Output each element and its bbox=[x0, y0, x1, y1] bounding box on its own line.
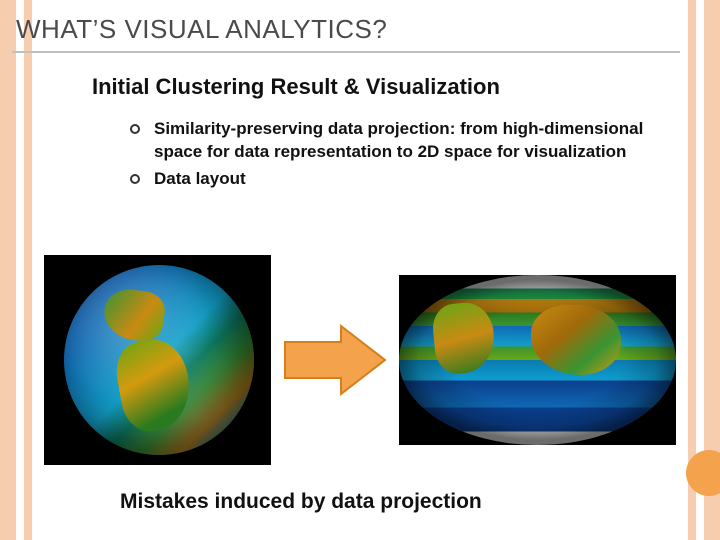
list-item: Similarity-preserving data projection: f… bbox=[130, 118, 650, 164]
arrow-container bbox=[281, 320, 389, 400]
decor-stripe-left-outer bbox=[0, 0, 16, 540]
world-map-icon bbox=[399, 275, 676, 445]
figure-world-map bbox=[399, 275, 676, 445]
figure-row bbox=[44, 250, 676, 470]
figure-globe bbox=[44, 255, 271, 465]
globe-icon bbox=[64, 265, 254, 455]
bullet-icon bbox=[130, 174, 140, 184]
slide-title: WHAT’S VISUAL ANALYTICS? bbox=[12, 14, 680, 53]
bullet-text: Data layout bbox=[154, 168, 650, 191]
bottom-caption: Mistakes induced by data projection bbox=[120, 490, 482, 514]
bullet-text: Similarity-preserving data projection: f… bbox=[154, 118, 650, 164]
right-arrow-icon bbox=[281, 320, 389, 400]
list-item: Data layout bbox=[130, 168, 650, 191]
decor-stripe-left-accent bbox=[24, 0, 32, 540]
bullet-list: Similarity-preserving data projection: f… bbox=[130, 118, 650, 195]
bullet-icon bbox=[130, 124, 140, 134]
slide-subtitle: Initial Clustering Result & Visualizatio… bbox=[92, 74, 500, 100]
